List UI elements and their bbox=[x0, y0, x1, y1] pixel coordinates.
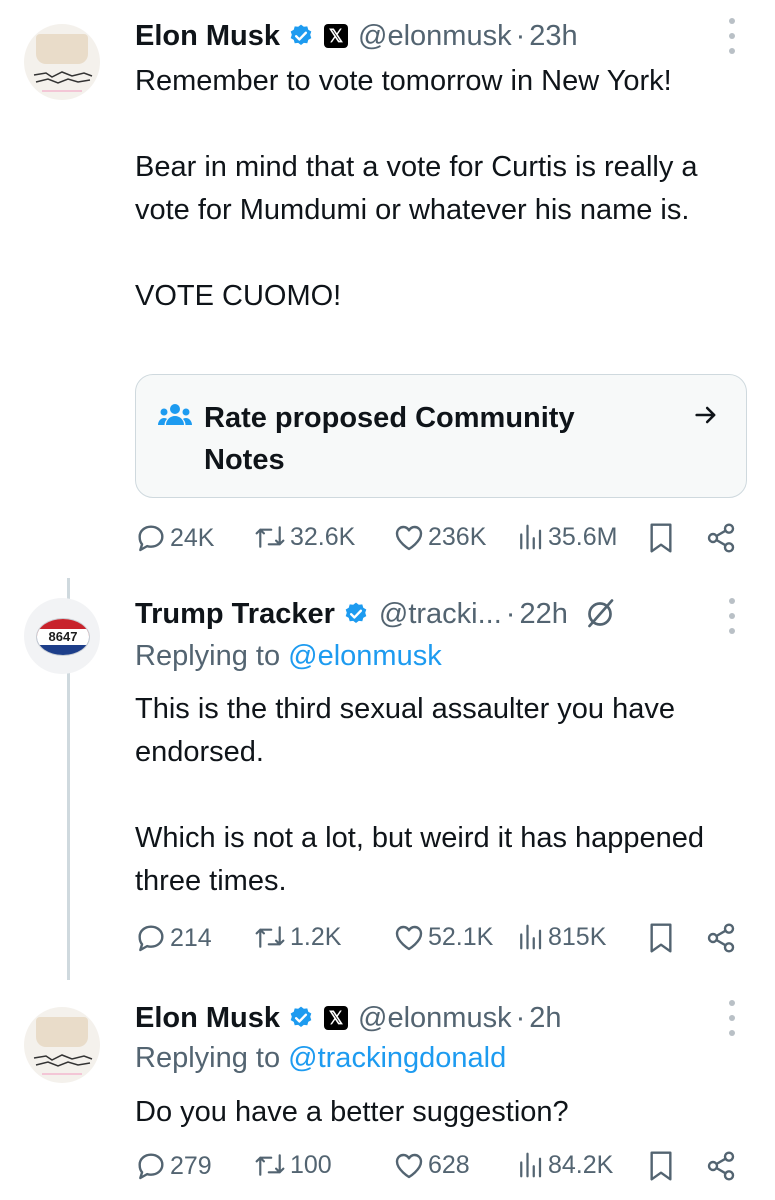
x-logo-icon: 𝕏 bbox=[324, 1006, 349, 1030]
action-bar: 24K 32.6K 236K 35.6M bbox=[135, 522, 755, 562]
like-icon bbox=[395, 1153, 423, 1179]
action-bar: 279 100 628 84.2K bbox=[135, 1150, 755, 1190]
grok-icon[interactable] bbox=[582, 596, 618, 632]
timestamp[interactable]: 2h bbox=[529, 1002, 561, 1035]
tweet-header: Elon Musk 𝕏 @elonmusk · 2h bbox=[135, 998, 562, 1038]
views-button[interactable]: 815K bbox=[515, 922, 606, 952]
like-button[interactable]: 236K bbox=[393, 522, 486, 552]
share-icon[interactable] bbox=[705, 922, 737, 954]
mention-link[interactable]: @elonmusk bbox=[288, 640, 442, 672]
tweet-text: Do you have a better suggestion? bbox=[135, 1091, 755, 1134]
like-icon bbox=[395, 925, 423, 951]
reply-button[interactable]: 24K bbox=[135, 522, 214, 554]
tweet-text: This is the third sexual assaulter you h… bbox=[135, 688, 755, 903]
more-options-icon[interactable] bbox=[726, 598, 738, 634]
tweet-line: Which is not a lot, but weird it has hap… bbox=[135, 822, 705, 897]
reply-count: 214 bbox=[170, 923, 212, 952]
x-logo-icon: 𝕏 bbox=[324, 24, 349, 48]
repost-button[interactable]: 100 bbox=[253, 1150, 332, 1180]
reply-icon bbox=[138, 525, 164, 552]
tweet-line: Do you have a better suggestion? bbox=[135, 1096, 569, 1128]
repost-icon bbox=[255, 526, 285, 548]
repost-count: 32.6K bbox=[290, 522, 356, 551]
avatar[interactable] bbox=[24, 1007, 100, 1083]
views-count: 35.6M bbox=[548, 522, 618, 551]
like-button[interactable]: 52.1K bbox=[393, 922, 493, 952]
community-notes-icon bbox=[158, 401, 192, 436]
avatar-text: 8647 bbox=[37, 629, 89, 645]
display-name[interactable]: Trump Tracker bbox=[135, 598, 335, 631]
repost-button[interactable]: 32.6K bbox=[253, 522, 355, 552]
verified-badge-icon[interactable] bbox=[288, 23, 314, 49]
avatar[interactable]: 8647 bbox=[24, 598, 100, 674]
reply-button[interactable]: 279 bbox=[135, 1150, 212, 1182]
tweet-1[interactable]: Elon Musk 𝕏 @elonmusk · 23h Remember to … bbox=[0, 0, 775, 570]
replying-to: Replying to @trackingdonald bbox=[135, 1042, 506, 1075]
replying-to: Replying to @elonmusk bbox=[135, 640, 442, 673]
avatar[interactable] bbox=[24, 24, 100, 100]
verified-badge-icon[interactable] bbox=[343, 601, 369, 627]
like-count: 236K bbox=[428, 522, 487, 551]
tweet-line: Bear in mind that a vote for Curtis is r… bbox=[135, 151, 698, 226]
reply-count: 24K bbox=[170, 523, 215, 552]
bookmark-icon[interactable] bbox=[647, 522, 675, 554]
handle[interactable]: @elonmusk bbox=[358, 20, 512, 53]
repost-icon bbox=[255, 926, 285, 948]
display-name[interactable]: Elon Musk bbox=[135, 1002, 280, 1035]
action-bar: 214 1.2K 52.1K 815K bbox=[135, 922, 755, 962]
display-name[interactable]: Elon Musk bbox=[135, 20, 280, 53]
repost-count: 100 bbox=[290, 1150, 332, 1179]
views-icon bbox=[520, 924, 542, 950]
like-button[interactable]: 628 bbox=[393, 1150, 470, 1180]
tweet-text: Remember to vote tomorrow in New York! B… bbox=[135, 60, 755, 318]
replying-label: Replying to bbox=[135, 1042, 281, 1074]
views-button[interactable]: 84.2K bbox=[515, 1150, 613, 1180]
like-icon bbox=[395, 525, 423, 551]
bookmark-icon[interactable] bbox=[647, 1150, 675, 1182]
handle[interactable]: @tracki... bbox=[379, 598, 502, 631]
like-count: 628 bbox=[428, 1150, 470, 1179]
tweet-header: Trump Tracker @tracki... · 22h bbox=[135, 594, 618, 634]
like-count: 52.1K bbox=[428, 922, 494, 951]
tweet-line: VOTE CUOMO! bbox=[135, 280, 342, 312]
tweet-2[interactable]: 8647 Trump Tracker @tracki... · 22h Repl… bbox=[0, 580, 775, 980]
tweet-3[interactable]: Elon Musk 𝕏 @elonmusk · 2h Replying to @… bbox=[0, 985, 775, 1200]
more-options-icon[interactable] bbox=[726, 1000, 738, 1036]
share-icon[interactable] bbox=[705, 522, 737, 554]
reply-icon bbox=[138, 1153, 164, 1180]
handle[interactable]: @elonmusk bbox=[358, 1002, 512, 1035]
tweet-line: This is the third sexual assaulter you h… bbox=[135, 693, 675, 768]
repost-icon bbox=[255, 1154, 285, 1176]
more-options-icon[interactable] bbox=[726, 18, 738, 54]
timestamp[interactable]: 23h bbox=[529, 20, 577, 53]
views-icon bbox=[520, 524, 542, 550]
mention-link[interactable]: @trackingdonald bbox=[288, 1042, 506, 1074]
repost-count: 1.2K bbox=[290, 922, 342, 951]
bookmark-icon[interactable] bbox=[647, 922, 675, 954]
timestamp[interactable]: 22h bbox=[519, 598, 567, 631]
community-note-card[interactable]: Rate proposed Community Notes bbox=[135, 374, 747, 498]
reply-icon bbox=[138, 925, 164, 952]
community-note-label[interactable]: Rate proposed Community Notes bbox=[204, 397, 634, 481]
tweet-header: Elon Musk 𝕏 @elonmusk · 23h bbox=[135, 16, 578, 56]
replying-label: Replying to bbox=[135, 640, 281, 672]
tweet-line: Remember to vote tomorrow in New York! bbox=[135, 65, 672, 97]
reply-count: 279 bbox=[170, 1151, 212, 1180]
views-count: 815K bbox=[548, 922, 607, 951]
arrow-right-icon[interactable] bbox=[692, 401, 720, 434]
views-icon bbox=[520, 1152, 542, 1178]
repost-button[interactable]: 1.2K bbox=[253, 922, 341, 952]
views-count: 84.2K bbox=[548, 1150, 614, 1179]
separator: · bbox=[505, 597, 516, 630]
separator: · bbox=[515, 1001, 526, 1034]
reply-button[interactable]: 214 bbox=[135, 922, 212, 954]
separator: · bbox=[515, 19, 526, 52]
share-icon[interactable] bbox=[705, 1150, 737, 1182]
verified-badge-icon[interactable] bbox=[288, 1005, 314, 1031]
views-button[interactable]: 35.6M bbox=[515, 522, 617, 552]
